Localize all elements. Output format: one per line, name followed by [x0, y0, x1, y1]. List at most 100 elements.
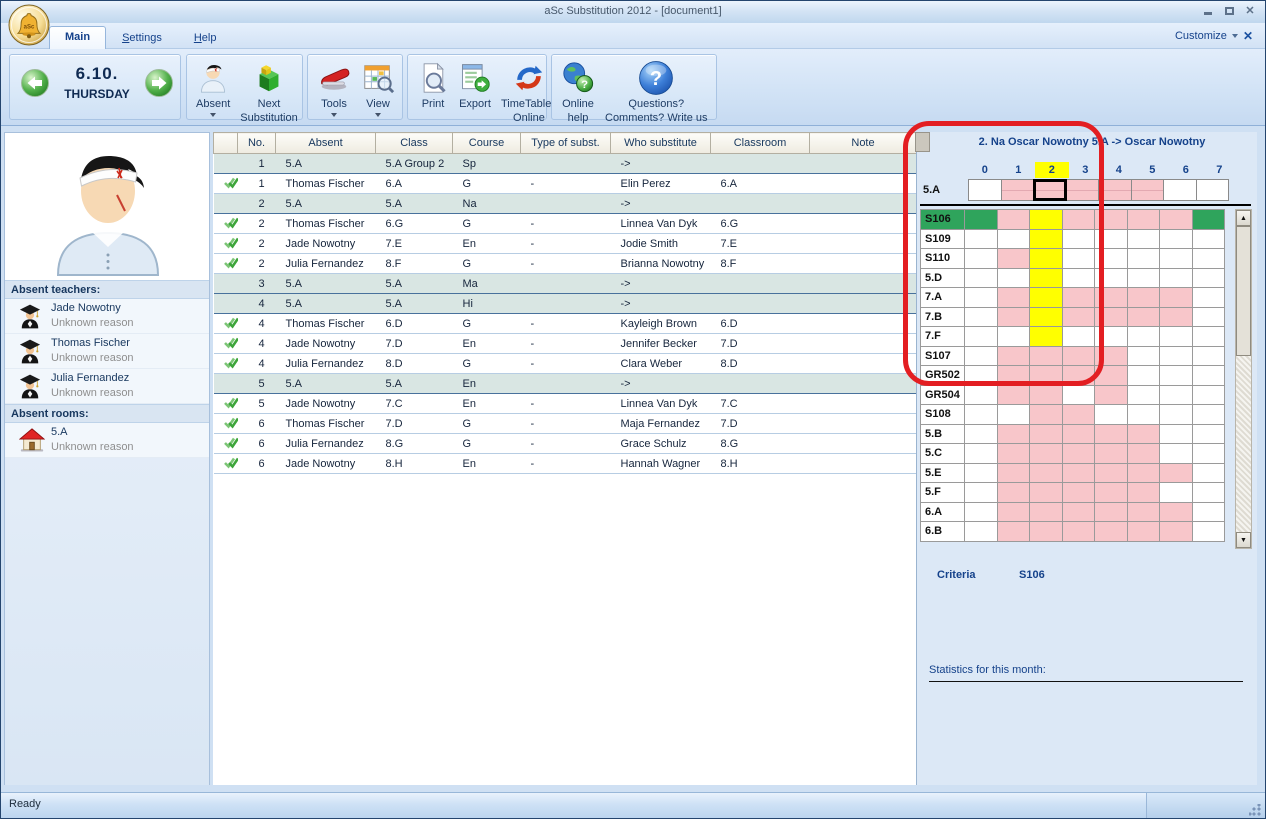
grid-row-S107[interactable]: S107	[920, 346, 1234, 367]
target-cell-3[interactable]	[1066, 179, 1100, 201]
online-help-button[interactable]: ? Online help	[556, 58, 600, 126]
grid-cell-7.B-7[interactable]	[1192, 307, 1226, 328]
grid-cell-6.B-5[interactable]	[1127, 521, 1161, 542]
grid-cell-6.B-1[interactable]	[997, 521, 1031, 542]
grid-cell-5.D-4[interactable]	[1094, 268, 1128, 289]
grid-cell-5.C-0[interactable]	[964, 443, 998, 464]
period-header-3[interactable]: 3	[1069, 162, 1103, 178]
grid-cell-6.A-4[interactable]	[1094, 502, 1128, 523]
grid-cell-5.C-3[interactable]	[1062, 443, 1096, 464]
grid-cell-5.D-5[interactable]	[1127, 268, 1161, 289]
customize-control[interactable]: Customize ✕	[1175, 29, 1253, 43]
grid-cell-GR504-3[interactable]	[1062, 385, 1096, 406]
grid-cell-S107-3[interactable]	[1062, 346, 1096, 367]
grid-cell-5.B-4[interactable]	[1094, 424, 1128, 445]
grid-cell-S106-6[interactable]	[1159, 209, 1193, 230]
grid-row-5.C[interactable]: 5.C	[920, 443, 1234, 464]
grid-cell-7.A-6[interactable]	[1159, 287, 1193, 308]
grid-cell-GR502-6[interactable]	[1159, 365, 1193, 386]
grid-row-7.A[interactable]: 7.A	[920, 287, 1234, 308]
scrollbar-thumb[interactable]	[1236, 226, 1251, 356]
grid-cell-7.F-5[interactable]	[1127, 326, 1161, 347]
table-row[interactable]: 4Thomas Fischer6.DG-Kayleigh Brown6.D	[214, 314, 917, 334]
close-button[interactable]: ✕	[1243, 4, 1257, 17]
grid-cell-6.A-5[interactable]	[1127, 502, 1161, 523]
grid-cell-6.B-4[interactable]	[1094, 521, 1128, 542]
grid-cell-7.B-2[interactable]	[1029, 307, 1063, 328]
grid-cell-S107-0[interactable]	[964, 346, 998, 367]
column-header-no-[interactable]: No.	[238, 133, 276, 154]
grid-cell-7.A-2[interactable]	[1029, 287, 1063, 308]
grid-cell-5.C-5[interactable]	[1127, 443, 1161, 464]
period-header-0[interactable]: 0	[968, 162, 1002, 178]
grid-cell-S106-0[interactable]	[964, 209, 998, 230]
grid-cell-GR502-0[interactable]	[964, 365, 998, 386]
grid-cell-S106-2[interactable]	[1029, 209, 1063, 230]
grid-cell-6.A-6[interactable]	[1159, 502, 1193, 523]
grid-cell-7.F-4[interactable]	[1094, 326, 1128, 347]
grid-cell-S110-3[interactable]	[1062, 248, 1096, 269]
grid-cell-S109-2[interactable]	[1029, 229, 1063, 250]
grid-cell-S106-4[interactable]	[1094, 209, 1128, 230]
print-button[interactable]: Print	[412, 58, 454, 112]
grid-cell-7.A-7[interactable]	[1192, 287, 1226, 308]
target-cell-1[interactable]	[1001, 179, 1035, 201]
grid-cell-GR504-6[interactable]	[1159, 385, 1193, 406]
grid-row-S108[interactable]: S108	[920, 404, 1234, 425]
grid-cell-S109-3[interactable]	[1062, 229, 1096, 250]
grid-cell-7.A-3[interactable]	[1062, 287, 1096, 308]
grid-cell-5.E-6[interactable]	[1159, 463, 1193, 484]
grid-cell-5.F-6[interactable]	[1159, 482, 1193, 503]
grid-cell-S109-5[interactable]	[1127, 229, 1161, 250]
grid-cell-7.B-5[interactable]	[1127, 307, 1161, 328]
grid-row-S109[interactable]: S109	[920, 229, 1234, 250]
grid-cell-S109-1[interactable]	[997, 229, 1031, 250]
grid-cell-5.C-4[interactable]	[1094, 443, 1128, 464]
grid-cell-5.E-5[interactable]	[1127, 463, 1161, 484]
grid-cell-7.F-0[interactable]	[964, 326, 998, 347]
grid-row-5.D[interactable]: 5.D	[920, 268, 1234, 289]
period-header-1[interactable]: 1	[1002, 162, 1036, 178]
grid-cell-S110-1[interactable]	[997, 248, 1031, 269]
grid-row-6.A[interactable]: 6.A	[920, 502, 1234, 523]
table-row[interactable]: 6Jade Nowotny8.HEn-Hannah Wagner8.H	[214, 454, 917, 474]
grid-cell-S107-6[interactable]	[1159, 346, 1193, 367]
grid-cell-GR504-7[interactable]	[1192, 385, 1226, 406]
grid-cell-5.D-3[interactable]	[1062, 268, 1096, 289]
grid-cell-5.F-2[interactable]	[1029, 482, 1063, 503]
customize-label[interactable]: Customize	[1175, 30, 1227, 42]
grid-cell-5.D-0[interactable]	[964, 268, 998, 289]
table-row[interactable]: 4Jade Nowotny7.DEn-Jennifer Becker7.D	[214, 334, 917, 354]
grid-cell-S106-5[interactable]	[1127, 209, 1161, 230]
target-cell-2[interactable]	[1033, 179, 1067, 201]
grid-cell-5.C-2[interactable]	[1029, 443, 1063, 464]
previous-day-button[interactable]	[20, 68, 50, 101]
period-header-5[interactable]: 5	[1136, 162, 1170, 178]
table-row[interactable]: 35.A5.AMa->	[214, 274, 917, 294]
grid-cell-5.B-5[interactable]	[1127, 424, 1161, 445]
target-cell-7[interactable]	[1196, 179, 1230, 201]
grid-cell-7.F-7[interactable]	[1192, 326, 1226, 347]
grid-cell-6.B-3[interactable]	[1062, 521, 1096, 542]
grid-cell-7.A-4[interactable]	[1094, 287, 1128, 308]
period-header-2[interactable]: 2	[1035, 162, 1069, 178]
column-header-absent[interactable]: Absent	[276, 133, 376, 154]
grid-row-S110[interactable]: S110	[920, 248, 1234, 269]
period-header-7[interactable]: 7	[1203, 162, 1237, 178]
grid-scrollbar[interactable]: ▲ ▼	[1235, 209, 1252, 549]
scroll-down-icon[interactable]: ▼	[1236, 532, 1251, 548]
grid-cell-7.F-2[interactable]	[1029, 326, 1063, 347]
table-row[interactable]: 55.A5.AEn->	[214, 374, 917, 394]
grid-cell-7.A-1[interactable]	[997, 287, 1031, 308]
grid-row-S106[interactable]: S106	[920, 209, 1234, 230]
grid-cell-5.F-4[interactable]	[1094, 482, 1128, 503]
tab-help[interactable]: Help	[178, 28, 233, 49]
table-row[interactable]: 1Thomas Fischer6.AG-Elin Perez6.A	[214, 174, 917, 194]
grid-cell-6.A-0[interactable]	[964, 502, 998, 523]
tab-main[interactable]: Main	[49, 26, 106, 49]
grid-cell-7.B-6[interactable]	[1159, 307, 1193, 328]
grid-cell-S109-7[interactable]	[1192, 229, 1226, 250]
grid-cell-S109-0[interactable]	[964, 229, 998, 250]
tools-button[interactable]: Tools	[312, 58, 356, 119]
grid-cell-GR504-2[interactable]	[1029, 385, 1063, 406]
